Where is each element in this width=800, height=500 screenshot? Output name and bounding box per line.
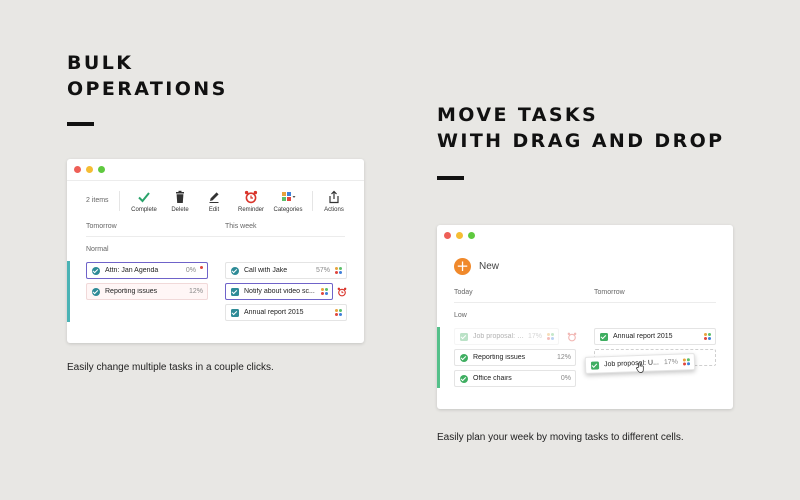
column-header-today: Today bbox=[454, 289, 473, 296]
task-card-annual-report-2015[interactable]: Annual report 2015 bbox=[225, 304, 347, 321]
headline-line-2: OPERATIONS bbox=[67, 78, 228, 100]
reminder-button[interactable]: Reminder bbox=[231, 190, 271, 213]
hand-cursor-icon bbox=[636, 362, 644, 373]
task-check-icon[interactable] bbox=[231, 287, 239, 296]
task-check-icon[interactable] bbox=[600, 332, 608, 341]
alarm-clock-icon bbox=[244, 190, 258, 204]
actions-button[interactable]: Actions bbox=[314, 190, 354, 213]
category-dots-icon bbox=[682, 358, 691, 366]
category-dots-icon bbox=[704, 333, 711, 340]
reminder-alarm-icon[interactable] bbox=[337, 287, 347, 297]
column-header-tomorrow: Tomorrow bbox=[86, 223, 117, 230]
row-color-bar bbox=[437, 327, 440, 388]
reminder-label: Reminder bbox=[237, 207, 264, 213]
category-dots-icon bbox=[547, 333, 554, 340]
categories-grid-icon bbox=[282, 192, 296, 201]
categories-label: Categories bbox=[273, 207, 303, 213]
task-name: Office chairs bbox=[473, 375, 512, 382]
pencil-icon bbox=[209, 192, 219, 203]
task-name: Call with Jake bbox=[244, 267, 288, 274]
share-icon bbox=[329, 190, 339, 204]
row-color-bar bbox=[67, 261, 70, 322]
task-card-call-with-jake[interactable]: Call with Jake 57% bbox=[225, 262, 347, 279]
task-name: Job proposal: U... bbox=[473, 333, 524, 340]
task-card-annual-report-2015[interactable]: Annual report 2015 bbox=[594, 328, 716, 345]
headline-line-2: WITH DRAG AND DROP bbox=[437, 130, 725, 152]
drag-drop-caption: Easily plan your week by moving tasks to… bbox=[437, 432, 684, 443]
window-close-button[interactable] bbox=[74, 166, 81, 173]
task-card-office-chairs[interactable]: Office chairs 0% bbox=[454, 370, 576, 387]
category-dots-icon bbox=[321, 288, 328, 295]
task-card-job-proposal-ghost[interactable]: Job proposal: U... 17% bbox=[454, 328, 559, 345]
group-label-normal: Normal bbox=[86, 246, 109, 253]
task-check-icon[interactable] bbox=[460, 332, 468, 341]
edit-button[interactable]: Edit bbox=[194, 190, 234, 213]
task-name: Notify about video sc... bbox=[244, 288, 315, 295]
task-progress: 17% bbox=[663, 358, 679, 367]
plus-icon: + bbox=[454, 258, 471, 275]
task-name: Reporting issues bbox=[473, 354, 526, 361]
task-card-reporting-issues[interactable]: Reporting issues 12% bbox=[454, 349, 576, 366]
category-dots-icon bbox=[335, 309, 342, 316]
actions-label: Actions bbox=[324, 207, 344, 213]
task-check-icon[interactable] bbox=[460, 374, 468, 383]
column-header-tomorrow: Tomorrow bbox=[594, 289, 625, 296]
headline-line-1: MOVE TASKS bbox=[437, 104, 599, 126]
task-name: Annual report 2015 bbox=[613, 333, 673, 340]
task-card-attn-jan-agenda[interactable]: Attn: Jan Agenda 0% bbox=[86, 262, 208, 279]
window-close-button[interactable] bbox=[444, 232, 451, 239]
task-progress: 0% bbox=[560, 375, 571, 382]
task-name: Job proposal: U... bbox=[603, 359, 659, 369]
task-progress: 0% bbox=[185, 267, 196, 274]
new-task-button[interactable]: + New bbox=[454, 258, 499, 275]
task-check-icon[interactable] bbox=[231, 308, 239, 317]
task-name: Reporting issues bbox=[105, 288, 158, 295]
window-minimize-button[interactable] bbox=[86, 166, 93, 173]
task-check-icon[interactable] bbox=[92, 287, 100, 296]
headline-dash bbox=[67, 122, 94, 126]
trash-icon bbox=[176, 190, 184, 203]
complete-button[interactable]: Complete bbox=[124, 190, 164, 213]
reminder-alarm-icon[interactable] bbox=[567, 332, 577, 342]
window-minimize-button[interactable] bbox=[456, 232, 463, 239]
window-zoom-button[interactable] bbox=[98, 166, 105, 173]
drag-drop-headline: MOVE TASKS WITH DRAG AND DROP bbox=[437, 102, 725, 154]
column-divider bbox=[86, 236, 345, 237]
titlebar-divider bbox=[67, 180, 364, 181]
column-header-this-week: This week bbox=[225, 223, 257, 230]
categories-button[interactable]: Categories bbox=[268, 190, 308, 213]
task-progress: 57% bbox=[315, 267, 330, 274]
bulk-app-window: 2 items Complete Delete Edit Reminder Ca… bbox=[67, 159, 364, 343]
column-divider bbox=[454, 302, 716, 303]
toolbar-separator bbox=[119, 191, 120, 211]
headline-dash bbox=[437, 176, 464, 180]
checkmark-icon bbox=[138, 192, 150, 203]
bulk-caption: Easily change multiple tasks in a couple… bbox=[67, 362, 274, 373]
task-check-icon[interactable] bbox=[460, 353, 468, 362]
bulk-operations-headline: BULK OPERATIONS bbox=[67, 50, 228, 102]
task-check-icon[interactable] bbox=[590, 360, 600, 370]
window-zoom-button[interactable] bbox=[468, 232, 475, 239]
task-check-icon[interactable] bbox=[231, 266, 239, 275]
new-label: New bbox=[479, 261, 500, 272]
task-name: Attn: Jan Agenda bbox=[105, 267, 159, 274]
task-card-notify-about-video[interactable]: Notify about video sc... bbox=[225, 283, 333, 300]
task-progress: 12% bbox=[556, 354, 571, 361]
priority-dot-icon bbox=[200, 266, 203, 269]
task-progress: 17% bbox=[527, 333, 542, 340]
task-check-icon[interactable] bbox=[92, 266, 100, 275]
category-dots-icon bbox=[335, 267, 342, 274]
edit-label: Edit bbox=[208, 207, 220, 213]
selection-count: 2 items bbox=[86, 197, 109, 204]
drag-drop-app-window: + New Today Tomorrow Low Job proposal: U… bbox=[437, 225, 733, 409]
group-label-low: Low bbox=[454, 312, 467, 319]
task-name: Annual report 2015 bbox=[244, 309, 304, 316]
headline-line-1: BULK bbox=[67, 52, 134, 74]
task-card-reporting-issues[interactable]: Reporting issues 12% bbox=[86, 283, 208, 300]
toolbar-separator bbox=[312, 191, 313, 211]
complete-label: Complete bbox=[131, 207, 157, 213]
task-progress: 12% bbox=[188, 288, 203, 295]
